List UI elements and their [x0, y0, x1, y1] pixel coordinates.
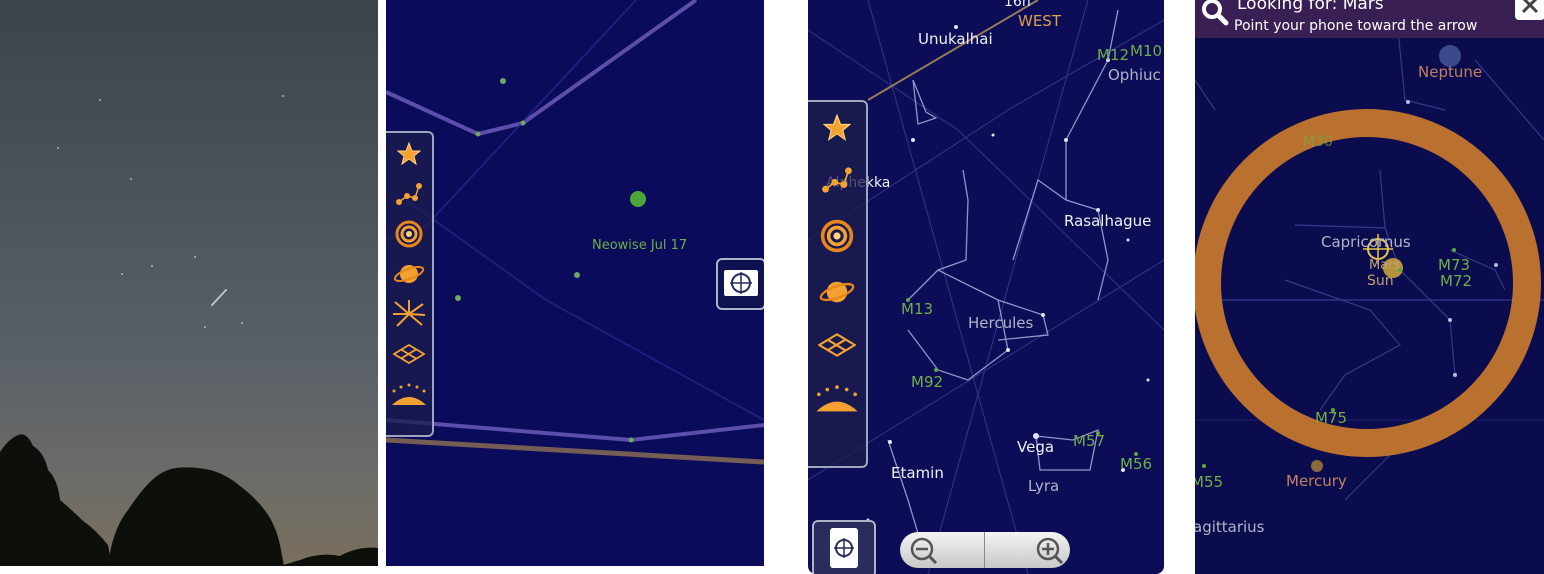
- layer-toolbar: [386, 131, 434, 437]
- horizon-icon: [392, 383, 426, 405]
- zoom-out-icon: [910, 537, 938, 565]
- horizon-layer-button[interactable]: [386, 377, 432, 411]
- constellation-label-hercules: Hercules: [968, 314, 1034, 332]
- zoom-control: [900, 532, 1070, 568]
- stars-layer-button[interactable]: [808, 108, 866, 148]
- constellations-layer-button[interactable]: [808, 160, 866, 200]
- planets-layer-button[interactable]: [808, 272, 866, 312]
- messier-layer-button[interactable]: [386, 217, 432, 251]
- galaxy-icon: [395, 220, 423, 248]
- tree-silhouettes: [0, 434, 378, 566]
- camera-icon: [830, 528, 858, 568]
- direction-label: WEST: [1018, 12, 1061, 30]
- manual-mode-button[interactable]: [812, 520, 876, 574]
- zoom-in-icon: [1036, 537, 1064, 565]
- galaxy-icon: [820, 219, 854, 253]
- constellation-icon: [822, 167, 852, 193]
- layer-toolbar: [808, 100, 868, 468]
- sky-map-panel-hercules[interactable]: 16h WEST Unukalhai M12 M10 Ophiuc Alphek…: [808, 0, 1164, 574]
- horizon-layer-button[interactable]: [808, 378, 866, 418]
- star-label-vega: Vega: [1017, 438, 1055, 456]
- messier-label-m30: M30: [1303, 134, 1333, 150]
- zoom-out-button[interactable]: [900, 532, 984, 568]
- star-label-unukalhai: Unukalhai: [918, 30, 993, 48]
- close-icon: [1521, 0, 1539, 14]
- sky-map-panel-search[interactable]: Neptune M30 Capricornus Mars Sun M73 M72…: [1195, 0, 1544, 574]
- messier-label-m13: M13: [901, 300, 934, 318]
- messier-layer-button[interactable]: [808, 214, 866, 258]
- manual-mode-button[interactable]: [716, 258, 764, 310]
- sky-map-panel-neowise[interactable]: Neowise Jul 17: [386, 0, 764, 566]
- zoom-in-button[interactable]: [986, 532, 1070, 568]
- star-label-etamin: Etamin: [891, 464, 944, 482]
- messier-label-m72: M72: [1440, 272, 1473, 290]
- messier-label-m57: M57: [1073, 432, 1106, 450]
- planet-icon: [819, 281, 855, 303]
- constellations-layer-button[interactable]: [386, 177, 432, 211]
- messier-label-m92: M92: [911, 373, 944, 391]
- grid-layer-button[interactable]: [386, 337, 432, 371]
- comet-night-photo: [0, 0, 378, 566]
- constellation-lines: [386, 0, 764, 465]
- planets-layer-button[interactable]: [386, 257, 432, 291]
- constellation-label-capricornus: Capricornus: [1321, 233, 1411, 251]
- stars-layer-button[interactable]: [386, 137, 432, 171]
- planet-label-mercury: Mercury: [1286, 472, 1347, 490]
- planet-icon: [393, 265, 425, 283]
- comet-label: Neowise Jul 17: [592, 238, 688, 253]
- zoom-divider: [984, 532, 985, 568]
- search-banner: Looking for: Mars Point your phone towar…: [1195, 0, 1544, 38]
- ra-label: 16h: [1004, 0, 1031, 10]
- constellation-label-lyra: Lyra: [1028, 477, 1060, 495]
- meteor-icon: [393, 300, 426, 327]
- comet-marker[interactable]: [630, 191, 646, 207]
- night-sky-photo-art: [0, 95, 378, 566]
- messier-label-m55: M55: [1195, 473, 1224, 491]
- planet-label-sun: Sun: [1367, 273, 1394, 289]
- close-search-button[interactable]: [1515, 0, 1544, 20]
- star-label-rasalhague: Rasalhague: [1064, 212, 1152, 230]
- horizon-icon: [816, 385, 858, 412]
- meteor-showers-layer-button[interactable]: [386, 297, 432, 331]
- grid-icon: [818, 333, 856, 357]
- messier-label-m56: M56: [1120, 455, 1153, 473]
- constellation-label-sagittarius: agittarius: [1195, 518, 1265, 536]
- messier-label-m12: M12: [1097, 46, 1130, 64]
- constellation-icon: [396, 183, 422, 205]
- grid-icon: [393, 344, 425, 364]
- messier-label-m75: M75: [1315, 409, 1348, 427]
- search-title: Looking for: Mars: [1237, 0, 1384, 14]
- search-icon: [1202, 0, 1229, 26]
- planet-label-neptune: Neptune: [1418, 63, 1483, 81]
- star-icon: [823, 114, 851, 142]
- camera-icon: [724, 270, 758, 296]
- star-icon: [397, 142, 421, 166]
- messier-label-m10: M10: [1130, 42, 1163, 60]
- mercury-marker: [1311, 460, 1323, 472]
- ecliptic-line: [386, 437, 764, 465]
- planet-label-mars: Mars: [1369, 258, 1401, 273]
- constellation-label-ophiuchus: Ophiuc: [1108, 66, 1161, 84]
- search-hint: Point your phone toward the arrow: [1234, 18, 1478, 34]
- comet-tail: [211, 289, 227, 306]
- grid-layer-button[interactable]: [808, 328, 866, 362]
